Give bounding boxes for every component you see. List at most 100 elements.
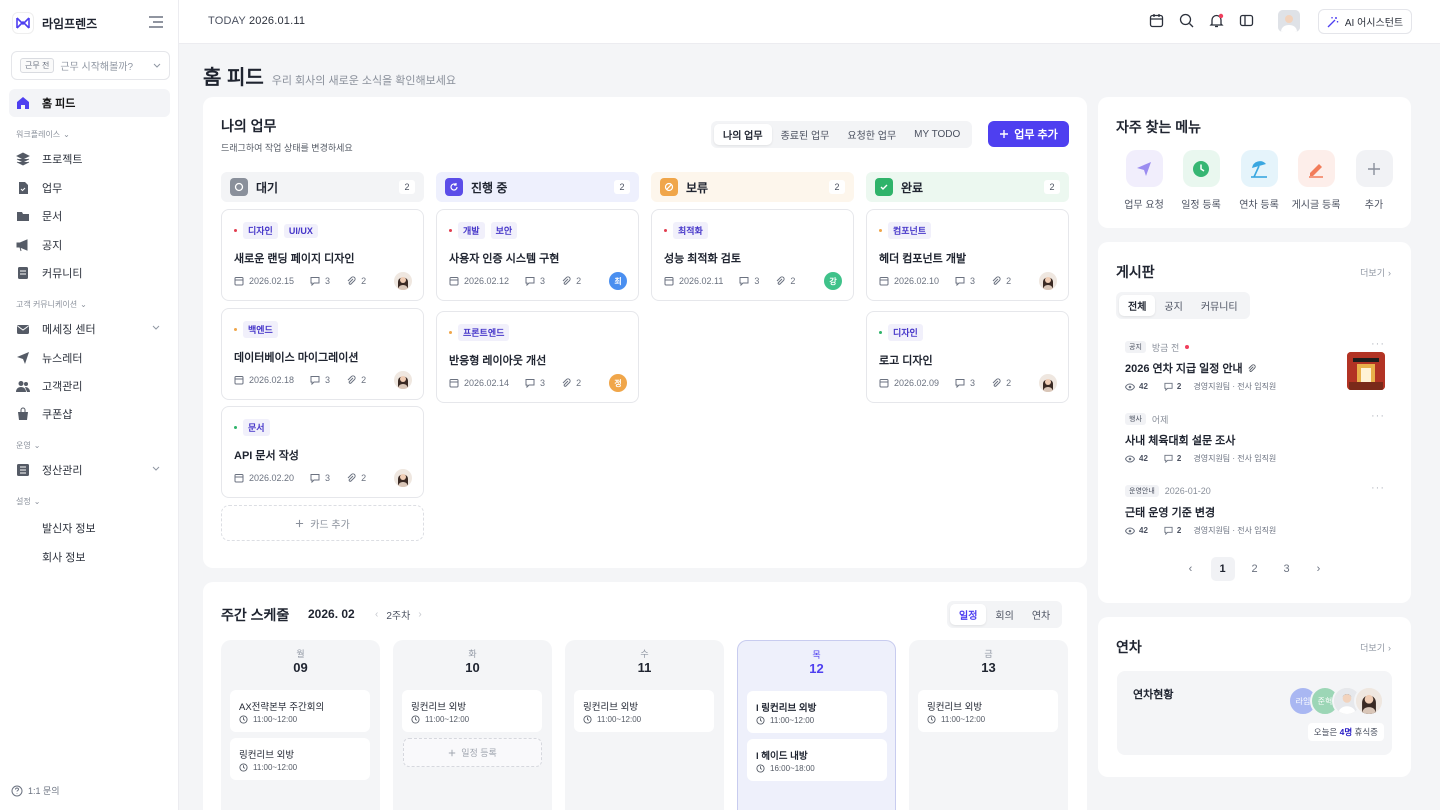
tab-leave[interactable]: 연차 bbox=[1023, 604, 1059, 625]
add-event-button[interactable]: 일정 등록 bbox=[403, 738, 542, 767]
task-card[interactable]: 백엔드 데이터베이스 마이그레이션 2026.02.18 3 2 bbox=[221, 308, 424, 400]
tab-all[interactable]: 전체 bbox=[1119, 295, 1156, 316]
ai-assistant-button[interactable]: AI 어시스턴트 bbox=[1318, 9, 1412, 34]
user-avatar[interactable] bbox=[1278, 10, 1300, 32]
menu-toggle-icon[interactable] bbox=[148, 15, 164, 29]
event-time: 11:00~12:00 bbox=[756, 716, 814, 725]
search-icon[interactable] bbox=[1179, 13, 1194, 28]
tab-notice[interactable]: 공지 bbox=[1155, 295, 1191, 316]
chevron-right-icon[interactable]: › bbox=[1307, 557, 1331, 581]
section-customer[interactable]: 고객 커뮤니케이션 ⌄ bbox=[16, 299, 87, 310]
sidebar-item-messaging[interactable]: 메세징 센터 bbox=[9, 315, 170, 343]
add-card-button[interactable]: 카드 추가 bbox=[221, 505, 424, 541]
schedule-event[interactable]: l 링컨리브 외방 11:00~12:00 bbox=[747, 691, 887, 733]
schedule-event[interactable]: l 헤이드 내방 16:00~18:00 bbox=[747, 739, 887, 781]
leave-more-link[interactable]: 더보기 › bbox=[1360, 641, 1391, 654]
leave-status-box[interactable]: 연차현황 라임 준혁 오늘은 4명 휴식중 bbox=[1117, 671, 1392, 755]
tab-schedule[interactable]: 일정 bbox=[950, 604, 987, 625]
paper-plane-icon bbox=[1125, 150, 1163, 187]
quick-item-leave[interactable]: 연차 등록 bbox=[1234, 150, 1284, 211]
sidebar-item-label: 프로젝트 bbox=[42, 154, 83, 166]
sidebar-item-projects[interactable]: 프로젝트 bbox=[9, 145, 170, 173]
sidebar-item-sender-info[interactable]: 발신자 정보 bbox=[42, 520, 96, 536]
more-options-icon[interactable]: ··· bbox=[1371, 338, 1385, 350]
sidebar-item-home[interactable]: 홈 피드 bbox=[9, 89, 170, 117]
schedule-event[interactable]: 링컨리브 외방 11:00~12:00 bbox=[918, 690, 1058, 732]
event-time: 16:00~18:00 bbox=[756, 764, 815, 773]
quick-item-post[interactable]: 게시글 등록 bbox=[1291, 150, 1341, 211]
quick-item-add[interactable]: 추가 bbox=[1349, 150, 1399, 211]
day-weekday: 화 bbox=[468, 649, 477, 659]
section-workplace[interactable]: 워크플레이스 ⌄ bbox=[16, 129, 70, 140]
tab-community[interactable]: 커뮤니티 bbox=[1192, 295, 1247, 316]
chevron-right-icon[interactable]: › bbox=[418, 609, 421, 620]
schedule-tabs: 일정 회의 연차 bbox=[947, 601, 1063, 628]
more-options-icon[interactable]: ··· bbox=[1371, 482, 1385, 494]
inquiry-label: 1:1 문의 bbox=[28, 786, 60, 796]
task-card[interactable]: 디자인 로고 디자인 2026.02.09 3 2 bbox=[866, 311, 1069, 403]
page-header: 홈 피드 우리 회사의 새로운 소식을 확인해보세요 bbox=[203, 61, 456, 90]
day-weekday: 금 bbox=[984, 649, 993, 659]
task-card[interactable]: 문서 API 문서 작성 2026.02.20 3 2 bbox=[221, 406, 424, 498]
sidebar-item-tasks[interactable]: 업무 bbox=[9, 174, 170, 202]
clock-icon bbox=[927, 715, 936, 724]
paperclip-icon bbox=[347, 473, 356, 482]
message-icon[interactable] bbox=[1239, 13, 1254, 28]
sidebar-item-customers[interactable]: 고객관리 bbox=[9, 372, 170, 400]
section-operations[interactable]: 운영 ⌄ bbox=[16, 440, 40, 451]
ledger-icon bbox=[17, 464, 29, 476]
page-button[interactable]: 2 bbox=[1243, 557, 1267, 581]
board-post[interactable]: 운영안내 2026-01-20 근태 운영 기준 변경 42 2 경영지원팀 · 전사… bbox=[1125, 482, 1385, 536]
schedule-event[interactable]: 링컨리브 외방 11:00~12:00 bbox=[402, 690, 542, 732]
post-badge: 공지 bbox=[1125, 341, 1146, 353]
tab-my-todo[interactable]: MY TODO bbox=[905, 124, 969, 145]
tab-finished-work[interactable]: 종료된 업무 bbox=[772, 124, 839, 145]
post-badge: 운영안내 bbox=[1125, 485, 1159, 497]
page-button[interactable]: 1 bbox=[1210, 557, 1235, 581]
pagination: ‹ 1 2 3 › bbox=[1098, 557, 1411, 581]
schedule-event[interactable]: 링컨리브 외방 11:00~12:00 bbox=[574, 690, 714, 732]
board-more-link[interactable]: 더보기 › bbox=[1360, 266, 1391, 279]
schedule-event[interactable]: 링컨리브 외방 11:00~12:00 bbox=[230, 738, 370, 780]
post-time: 2026-01-20 bbox=[1164, 486, 1211, 496]
quick-item-schedule[interactable]: 일정 등록 bbox=[1176, 150, 1226, 211]
chevron-left-icon[interactable]: ‹ bbox=[375, 609, 378, 620]
calendar-icon[interactable] bbox=[1149, 13, 1164, 28]
board-post[interactable]: 행사 어제 사내 체육대회 설문 조사 42 2 경영지원팀 · 전사 임직원 ··· bbox=[1125, 410, 1385, 464]
quick-item-task-request[interactable]: 업무 요청 bbox=[1119, 150, 1169, 211]
task-card[interactable]: 최적화 성능 최적화 검토 2026.02.11 3 2 강 bbox=[651, 209, 854, 301]
task-card[interactable]: 디자인 UI/UX 새로운 랜딩 페이지 디자인 2026.02.15 3 2 bbox=[221, 209, 424, 301]
users-icon bbox=[16, 381, 30, 392]
sidebar-item-notice[interactable]: 공지 bbox=[9, 231, 170, 259]
brand-logo[interactable]: 라임프렌즈 bbox=[12, 12, 97, 34]
task-card[interactable]: 컴포넌트 헤더 컴포넌트 개발 2026.02.10 3 2 bbox=[866, 209, 1069, 301]
paperclip-icon bbox=[1248, 363, 1256, 372]
sidebar-item-company-info[interactable]: 회사 정보 bbox=[42, 549, 86, 565]
chevron-left-icon[interactable]: ‹ bbox=[1179, 557, 1203, 581]
day-number: 12 bbox=[809, 661, 824, 676]
work-status-select[interactable]: 근무 전 근무 시작해볼까? bbox=[11, 51, 170, 80]
day-number: 10 bbox=[465, 660, 480, 675]
eye-icon bbox=[1125, 383, 1135, 390]
column-count: 2 bbox=[614, 180, 630, 194]
section-settings[interactable]: 설정 ⌄ bbox=[16, 496, 40, 507]
sidebar-item-documents[interactable]: 문서 bbox=[9, 202, 170, 230]
board-post[interactable]: 공지 방금 전 2026 연차 지급 일정 안내 42 2 경영지원팀 · 전사 임직… bbox=[1125, 338, 1385, 392]
task-card[interactable]: 프론트엔드 반응형 레이아웃 개선 2026.02.14 3 2 정 bbox=[436, 311, 639, 403]
schedule-event[interactable]: AX전략본부 주간회의 11:00~12:00 bbox=[230, 690, 370, 732]
sidebar-item-newsletter[interactable]: 뉴스레터 bbox=[9, 344, 170, 372]
more-options-icon[interactable]: ··· bbox=[1371, 410, 1385, 422]
tab-meeting[interactable]: 회의 bbox=[986, 604, 1022, 625]
day-weekday: 목 bbox=[812, 650, 821, 660]
tab-requested-work[interactable]: 요청한 업무 bbox=[838, 124, 905, 145]
sidebar-item-community[interactable]: 커뮤니티 bbox=[9, 259, 170, 287]
bell-icon[interactable] bbox=[1209, 13, 1224, 28]
sidebar-item-couponshop[interactable]: 쿠폰샵 bbox=[9, 400, 170, 428]
comment-icon bbox=[525, 379, 535, 388]
add-task-button[interactable]: 업무 추가 bbox=[988, 121, 1069, 147]
tab-my-work[interactable]: 나의 업무 bbox=[714, 124, 772, 145]
inquiry-link[interactable]: 1:1 문의 bbox=[11, 784, 60, 797]
task-card[interactable]: 개발 보안 사용자 인증 시스템 구현 2026.02.12 3 2 최 bbox=[436, 209, 639, 301]
page-button[interactable]: 3 bbox=[1275, 557, 1299, 581]
sidebar-item-settlement[interactable]: 정산관리 bbox=[9, 456, 170, 484]
